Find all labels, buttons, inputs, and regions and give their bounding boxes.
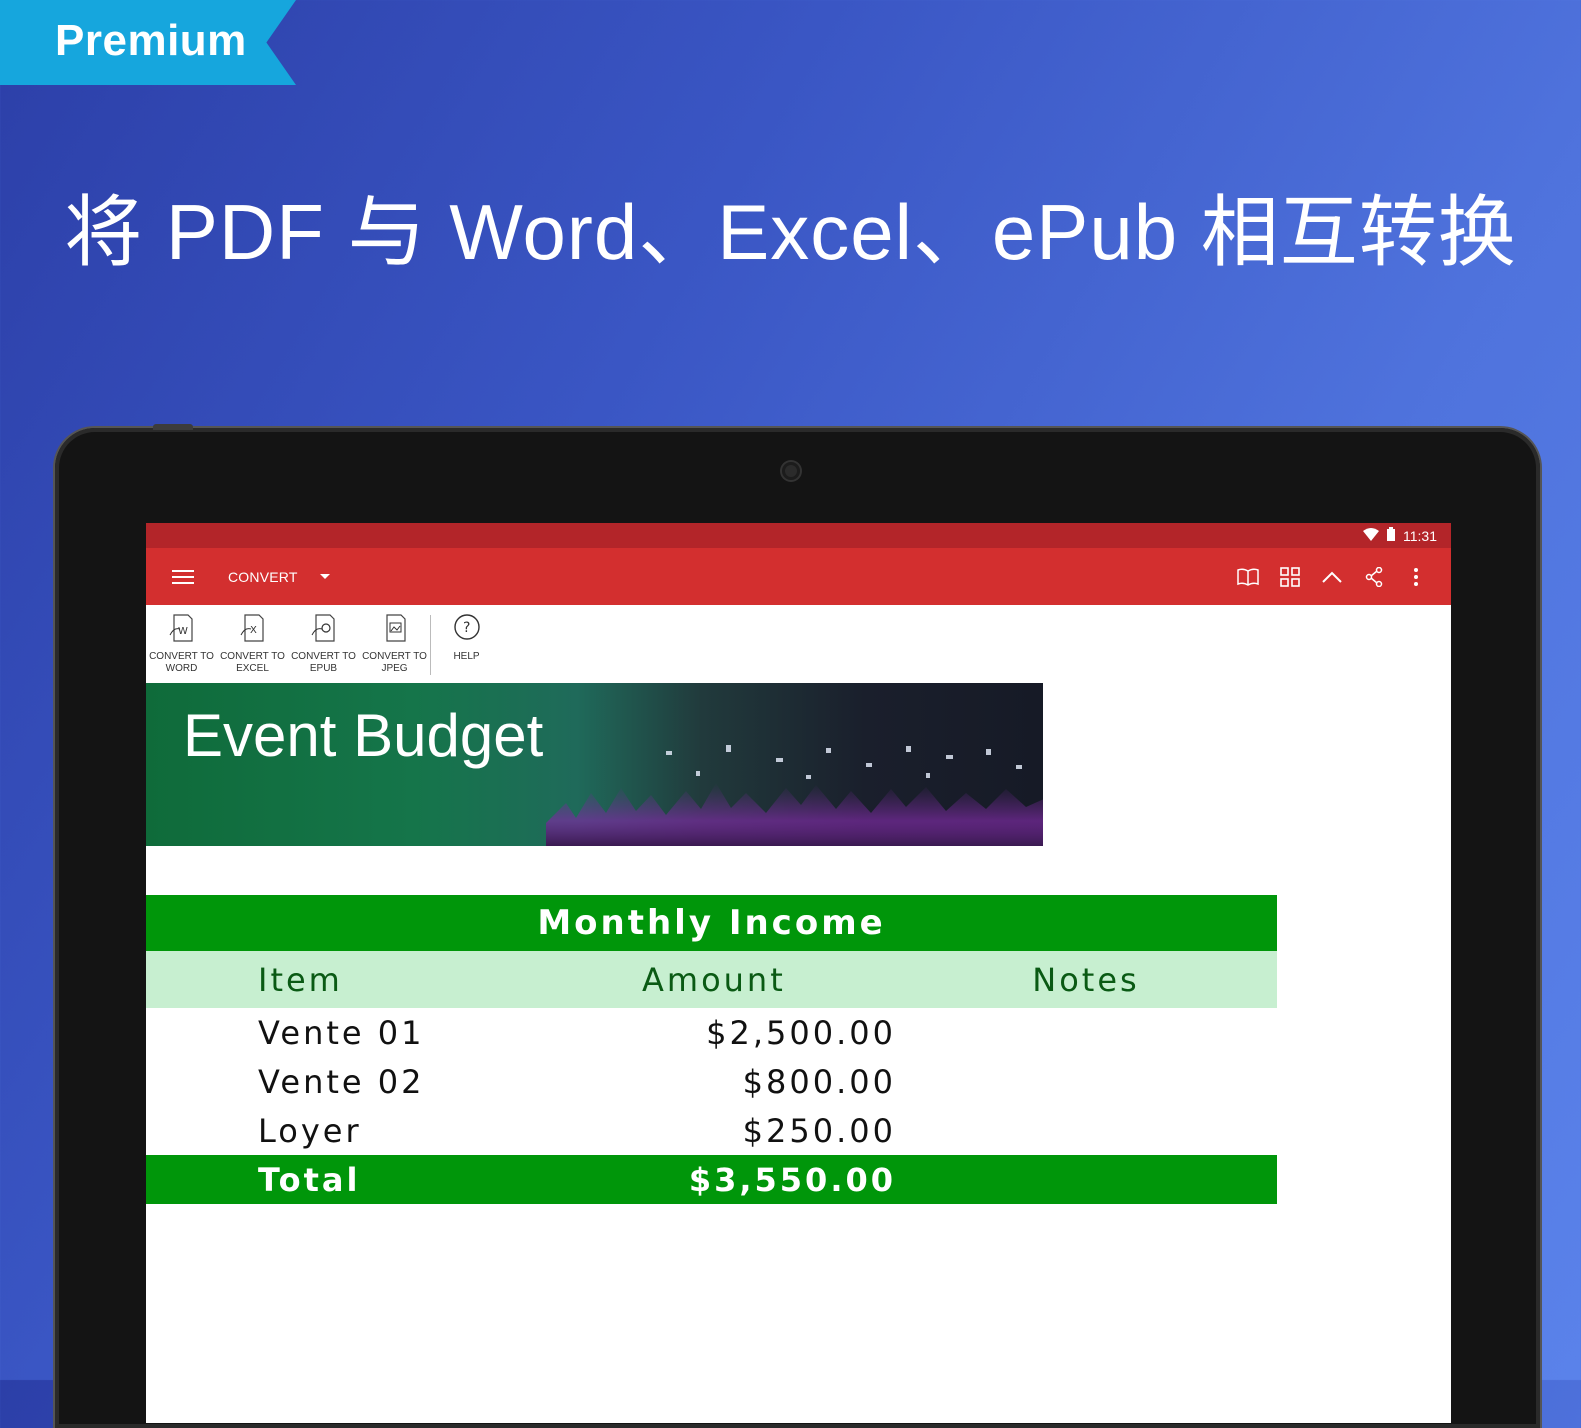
- convert-to-jpeg-button[interactable]: CONVERT TO JPEG: [359, 605, 430, 683]
- help-label: HELP: [453, 651, 480, 662]
- status-bar: 11:31: [146, 523, 1451, 548]
- row-amount: $2,500.00: [706, 1013, 896, 1052]
- banner-title: Event Budget: [183, 702, 544, 769]
- chevron-down-icon[interactable]: [319, 574, 330, 579]
- column-header-amount: Amount: [642, 960, 786, 999]
- table-row: Loyer $250.00: [146, 1106, 1277, 1155]
- convert-to-word-label: CONVERT TO WORD: [149, 651, 214, 674]
- tablet-frame: 11:31 CONVERT W CONVERT TO WORD X CONVER…: [55, 424, 1540, 1428]
- convert-to-excel-button[interactable]: X CONVERT TO EXCEL: [217, 605, 288, 683]
- income-table: Monthly Income Item Amount Notes Vente 0…: [146, 895, 1277, 1204]
- power-button: [153, 424, 193, 430]
- table-title: Monthly Income: [146, 895, 1277, 951]
- table-row: Vente 01 $2,500.00: [146, 1008, 1277, 1057]
- row-amount: $250.00: [742, 1111, 896, 1150]
- table-row: Vente 02 $800.00: [146, 1057, 1277, 1106]
- premium-badge-label: Premium: [55, 16, 247, 65]
- menu-icon[interactable]: [172, 569, 194, 584]
- book-icon[interactable]: [1235, 564, 1261, 590]
- wifi-icon: [1363, 527, 1379, 544]
- promo-headline: 将 PDF 与 Word、Excel、ePub 相互转换: [64, 188, 1517, 276]
- convert-to-word-button[interactable]: W CONVERT TO WORD: [146, 605, 217, 683]
- app-bar: CONVERT: [146, 548, 1451, 605]
- jpeg-convert-icon: [385, 614, 406, 642]
- svg-text:X: X: [250, 625, 257, 636]
- grid-icon[interactable]: [1277, 564, 1303, 590]
- excel-convert-icon: X: [240, 614, 264, 642]
- help-button[interactable]: ? HELP: [431, 605, 502, 683]
- premium-badge: Premium: [0, 0, 296, 85]
- app-screen: 11:31 CONVERT W CONVERT TO WORD X CONVER…: [146, 523, 1451, 1423]
- column-header-item: Item: [258, 960, 343, 999]
- row-item: Loyer: [258, 1111, 362, 1150]
- epub-convert-icon: [311, 614, 335, 642]
- svg-text:W: W: [178, 626, 188, 637]
- crowd-illustration: [546, 745, 1043, 846]
- convert-to-epub-label: CONVERT TO EPUB: [291, 651, 356, 674]
- svg-text:?: ?: [463, 620, 470, 636]
- share-icon[interactable]: [1361, 564, 1387, 590]
- convert-to-epub-button[interactable]: CONVERT TO EPUB: [288, 605, 359, 683]
- convert-toolbar: W CONVERT TO WORD X CONVERT TO EXCEL CON…: [146, 605, 1451, 683]
- row-amount: $800.00: [742, 1062, 896, 1101]
- event-banner-image: Event Budget: [146, 683, 1043, 846]
- total-amount: $3,550.00: [688, 1160, 896, 1199]
- more-vert-icon[interactable]: [1403, 564, 1429, 590]
- help-icon: ?: [453, 614, 480, 640]
- mode-selector[interactable]: CONVERT: [228, 569, 298, 585]
- total-label: Total: [258, 1160, 361, 1199]
- battery-icon: [1387, 527, 1395, 544]
- convert-to-excel-label: CONVERT TO EXCEL: [220, 651, 285, 674]
- front-camera: [782, 462, 800, 480]
- app-bar-actions: [1235, 548, 1429, 605]
- convert-to-jpeg-label: CONVERT TO JPEG: [362, 651, 427, 674]
- chevron-up-icon[interactable]: [1319, 564, 1345, 590]
- word-convert-icon: W: [169, 614, 193, 642]
- row-item: Vente 01: [258, 1013, 425, 1052]
- column-header-notes: Notes: [1032, 960, 1140, 999]
- status-time: 11:31: [1403, 527, 1437, 544]
- row-item: Vente 02: [258, 1062, 425, 1101]
- column-header-row: Item Amount Notes: [146, 951, 1277, 1008]
- total-row: Total $3,550.00: [146, 1155, 1277, 1204]
